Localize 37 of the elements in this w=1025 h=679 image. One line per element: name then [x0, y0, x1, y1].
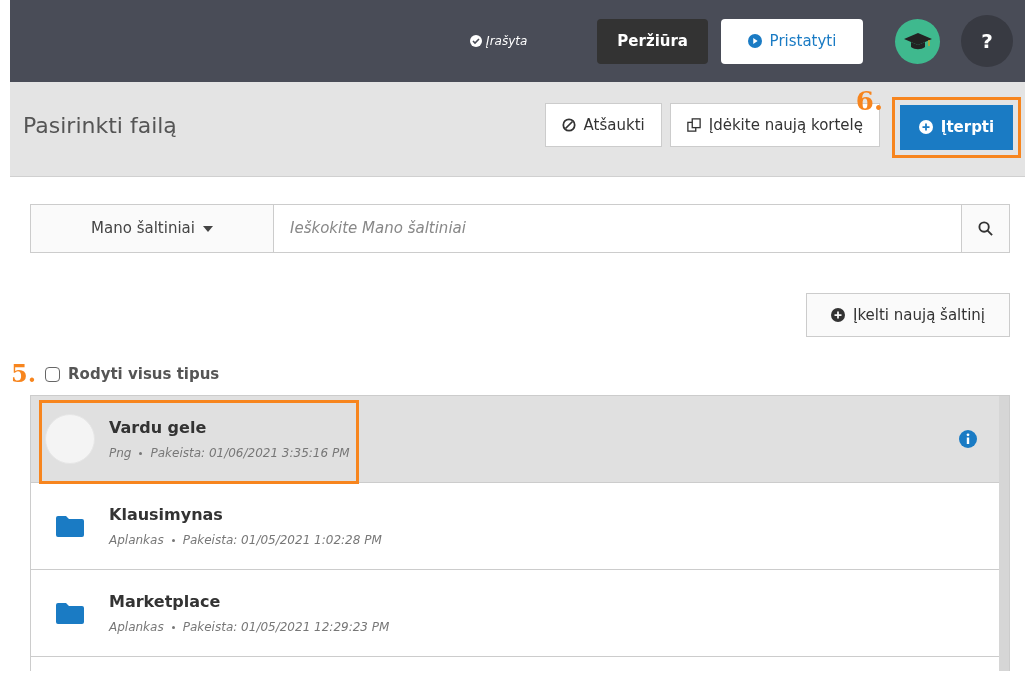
folder-icon [56, 515, 84, 537]
file-name: Vardu gele [109, 417, 208, 439]
cancel-button[interactable]: Atšaukti [544, 103, 662, 147]
info-icon[interactable] [959, 430, 977, 448]
preview-button[interactable]: Peržiūra [597, 18, 708, 64]
help-button[interactable]: ? [961, 15, 1013, 67]
play-circle-icon [747, 34, 762, 48]
modified-date: Pakeista: 01/05/2021 12:29:23 PM [182, 619, 390, 636]
modified-date: Pakeista: 01/06/2021 3:35:16 PM [150, 445, 350, 462]
copy-icon [686, 118, 701, 132]
file-name: Klausimynas [109, 504, 224, 526]
folder-icon [56, 602, 84, 624]
insert-button[interactable]: Įterpti [900, 104, 1013, 150]
plus-circle-icon [831, 308, 845, 322]
search-icon [978, 221, 993, 236]
checkbox-label: Rodyti visus tipus [68, 363, 220, 385]
checkbox[interactable] [45, 366, 61, 382]
present-button[interactable]: Pristatyti [721, 18, 863, 64]
file-type: Png [109, 445, 132, 462]
search-field[interactable]: Ieškokite Mano šaltiniai [274, 204, 961, 253]
file-name: Marketplace [109, 591, 222, 613]
source-dropdown[interactable]: Mano šaltiniai [30, 204, 274, 253]
caret-icon [202, 225, 213, 232]
cancel-icon [561, 118, 576, 132]
search-button[interactable] [961, 204, 1010, 253]
plus-circle-icon [918, 120, 933, 134]
saved-status: Įrašyta [470, 32, 528, 50]
upload-button[interactable]: Įkelti naują šaltinį [806, 293, 1010, 337]
file-type: Aplankas [109, 619, 164, 636]
dialog-title: Pasirinkti failą [23, 111, 178, 140]
scrollbar[interactable] [999, 396, 1009, 671]
step-number: 5. [10, 360, 38, 388]
graduation-cap-avatar[interactable] [895, 18, 940, 64]
check-circle-icon [470, 35, 483, 47]
file-type: Aplankas [109, 532, 164, 549]
file-row[interactable]: Vardu gele Png Pakeista: 01/06/2021 3:35:16 PM [31, 396, 999, 483]
modified-date: Pakeista: 01/05/2021 1:02:28 PM [182, 532, 382, 549]
